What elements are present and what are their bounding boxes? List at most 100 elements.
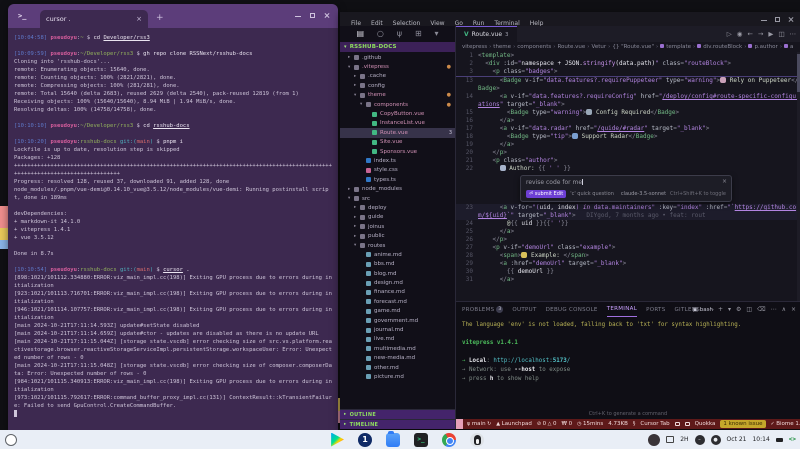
play-store-icon[interactable] xyxy=(330,433,344,447)
breadcrumb-item[interactable]: Route.vue xyxy=(557,44,585,50)
cursor-inline-edit-widget[interactable]: × revise code for me ⏎ submit Edit 'c' q… xyxy=(520,175,732,202)
tree-item-finance.md[interactable]: finance.md xyxy=(340,288,455,297)
files-app-icon[interactable] xyxy=(386,433,400,447)
tree-item-Route.vue[interactable]: Route.vue3 xyxy=(340,128,455,137)
tree-item-public[interactable]: ▸public xyxy=(340,231,455,240)
status-file-size[interactable]: 4.73KB xyxy=(608,421,628,427)
breadcrumb-item[interactable]: Vetur xyxy=(592,44,607,50)
maximize-panel-icon[interactable]: ∧ xyxy=(782,306,786,313)
panel-tab-problems[interactable]: PROBLEMS3 xyxy=(462,302,503,317)
source-control-icon[interactable]: ψ xyxy=(397,26,402,42)
settings-icon[interactable]: ⚙ xyxy=(736,306,741,313)
chrome-icon[interactable] xyxy=(442,433,456,447)
tree-item-deploy[interactable]: ▸deploy xyxy=(340,203,455,212)
breadcrumb-item[interactable]: template xyxy=(660,44,691,50)
tree-item-government.md[interactable]: government.md xyxy=(340,316,455,325)
nav-forward-icon[interactable]: → xyxy=(758,30,763,38)
maximize-icon[interactable] xyxy=(310,13,315,18)
1password-icon[interactable]: 1 xyxy=(358,433,372,447)
linux-penguin-icon[interactable] xyxy=(470,433,484,447)
tree-item-other.md[interactable]: other.md xyxy=(340,363,455,372)
do-not-disturb-icon[interactable]: – xyxy=(695,435,705,445)
run-debug-icon[interactable]: ◉ xyxy=(737,30,743,38)
system-tray[interactable]: 2H – ● Oct 21 10:14 <> xyxy=(648,430,796,449)
tree-item-guide[interactable]: ▸guide xyxy=(340,213,455,222)
shell-selector[interactable]: ▣bash xyxy=(693,307,713,313)
search-icon[interactable]: ○ xyxy=(377,26,384,42)
run-file-icon[interactable]: ▷ xyxy=(727,30,732,38)
chevron-down-icon[interactable]: ▾ xyxy=(435,26,439,42)
tree-item-components[interactable]: ▾components● xyxy=(340,100,455,109)
tree-item-new-media.md[interactable]: new-media.md xyxy=(340,354,455,363)
tree-item-.cache[interactable]: ▸.cache xyxy=(340,72,455,81)
more-icon[interactable]: ⋯ xyxy=(771,306,777,313)
tree-item-anime.md[interactable]: anime.md xyxy=(340,250,455,259)
tree-item-style.css[interactable]: style.css xyxy=(340,166,455,175)
tab-close-icon[interactable]: × xyxy=(136,15,142,23)
panel-tab-terminal[interactable]: TERMINAL xyxy=(607,302,637,317)
close-icon[interactable] xyxy=(788,16,794,22)
status-gitlens-launchpad[interactable]: ▲Launchpad xyxy=(496,421,532,427)
tree-item-design.md[interactable]: design.md xyxy=(340,278,455,287)
new-terminal-icon[interactable]: + xyxy=(718,306,723,313)
tree-item-src[interactable]: ▾src xyxy=(340,194,455,203)
outline-panel-header[interactable]: ▸ OUTLINE xyxy=(340,409,455,419)
breadcrumb[interactable]: vitepress›theme›components›Route.vue›Vet… xyxy=(456,42,800,52)
run-active-icon[interactable]: ▶ xyxy=(768,30,773,38)
breadcrumb-item[interactable]: a xyxy=(784,44,793,50)
terminal-titlebar[interactable]: >_ cursor . × + xyxy=(8,4,338,28)
tree-item-InstanceList.vue[interactable]: InstanceList.vue xyxy=(340,119,455,128)
model-selector[interactable]: claude-3.5-sonnet xyxy=(621,191,666,197)
tree-item-multimedia.md[interactable]: multimedia.md xyxy=(340,344,455,353)
explorer-root-folder[interactable]: ▾ RSSHUB-DOCS xyxy=(340,42,455,52)
tree-item-config[interactable]: ▸config xyxy=(340,81,455,90)
launcher-button[interactable] xyxy=(5,434,17,446)
submit-edit-button[interactable]: ⏎ submit Edit xyxy=(526,190,566,198)
extensions-icon[interactable]: ⊞ xyxy=(415,26,422,42)
close-panel-icon[interactable]: × xyxy=(791,306,796,313)
breadcrumb-item[interactable]: div.routeBlock xyxy=(697,44,742,50)
tree-item-.github[interactable]: ▸.github xyxy=(340,53,455,62)
breadcrumb-item[interactable]: theme xyxy=(493,44,511,50)
tree-item-index.ts[interactable]: index.ts xyxy=(340,156,455,165)
tab-route-vue[interactable]: V Route.vue 3 xyxy=(456,26,517,42)
close-icon[interactable]: × xyxy=(722,178,727,185)
minimize-icon[interactable] xyxy=(761,20,767,21)
breadcrumb-item[interactable]: p.author xyxy=(748,44,777,50)
breadcrumb-item[interactable]: vitepress xyxy=(462,44,487,50)
terminal-output[interactable]: [10:04:58] pseudoyu:~ $ cd Developer/rss… xyxy=(8,28,338,430)
panel-tab-output[interactable]: OUTPUT xyxy=(512,302,536,317)
tree-item-theme[interactable]: ▾theme● xyxy=(340,91,455,100)
tree-item-forecast.md[interactable]: forecast.md xyxy=(340,297,455,306)
new-tab-icon[interactable]: + xyxy=(156,13,164,23)
terminal-dropdown-icon[interactable]: ▾ xyxy=(728,306,731,313)
panel-tab-debug-console[interactable]: DEBUG CONSOLE xyxy=(546,302,598,317)
integrated-terminal[interactable]: The language 'env' is not loaded, fallin… xyxy=(456,317,800,419)
status-w-counter[interactable]: ₩ 0 xyxy=(561,421,572,427)
kill-terminal-icon[interactable]: ⌫ xyxy=(757,306,765,313)
close-icon[interactable] xyxy=(324,12,330,18)
status-known-issue[interactable]: 1 known issue xyxy=(720,420,765,428)
explorer-icon[interactable]: ▤ xyxy=(356,26,364,42)
notification-counter[interactable]: ● xyxy=(711,435,721,445)
tree-item-CopyButton.vue[interactable]: CopyButton.vue xyxy=(340,109,455,118)
tree-item-types.ts[interactable]: types.ts xyxy=(340,175,455,184)
status-biome[interactable]: ✓Biome 1.9.4 (bundled) xyxy=(771,421,800,427)
more-actions-icon[interactable]: ⋯ xyxy=(790,30,797,38)
split-terminal-icon[interactable]: ◫ xyxy=(746,306,752,313)
inline-edit-input[interactable]: revise code for me xyxy=(526,179,726,190)
tree-item-node_modules[interactable]: ▸node_modules xyxy=(340,184,455,193)
nav-back-icon[interactable]: ← xyxy=(747,30,752,38)
status-keyboard-indicator[interactable] xyxy=(675,422,680,426)
breadcrumb-item[interactable]: components xyxy=(517,44,551,50)
terminal-app-icon[interactable]: >_ xyxy=(414,433,428,447)
tree-item-Site.vue[interactable]: Site.vue xyxy=(340,138,455,147)
tree-item-bbs.md[interactable]: bbs.md xyxy=(340,260,455,269)
status-wakatime[interactable]: ◷15mins xyxy=(577,421,603,427)
maximize-icon[interactable] xyxy=(775,17,780,22)
tree-item-Sponsors.vue[interactable]: Sponsors.vue xyxy=(340,147,455,156)
tree-item-routes[interactable]: ▾routes xyxy=(340,241,455,250)
panel-tab-ports[interactable]: PORTS xyxy=(646,302,665,317)
tree-item-picture.md[interactable]: picture.md xyxy=(340,372,455,381)
tree-item-blog.md[interactable]: blog.md xyxy=(340,269,455,278)
